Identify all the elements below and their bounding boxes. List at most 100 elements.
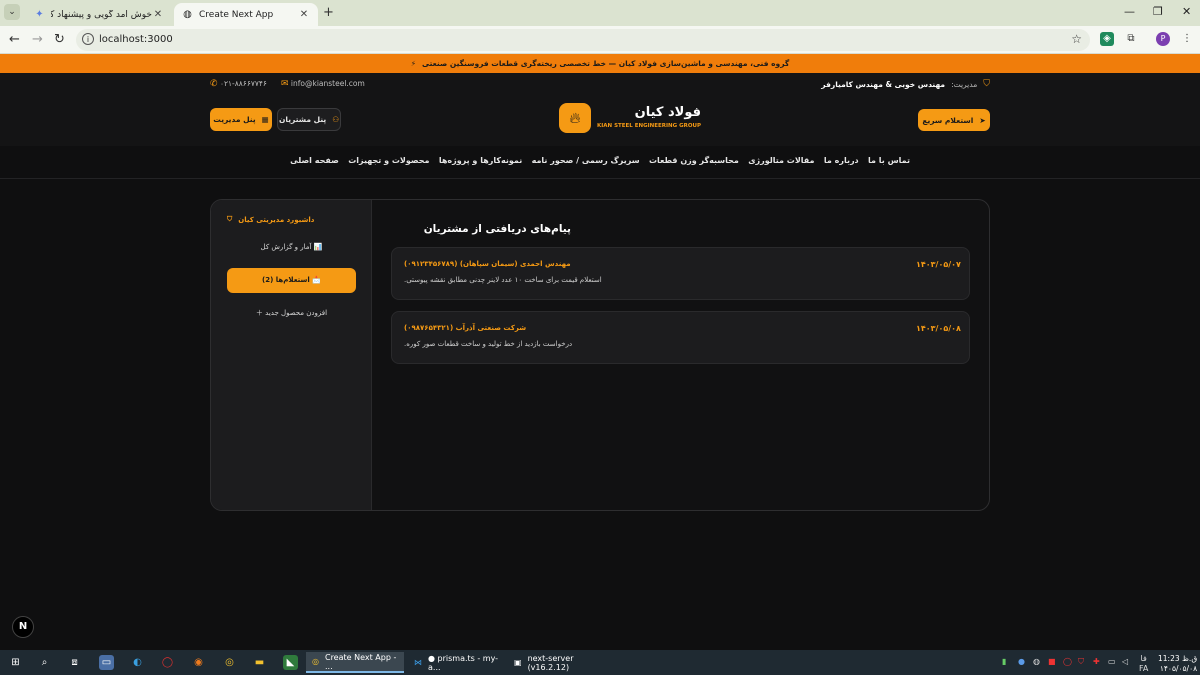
shield-icon: ⛉ [983,79,990,89]
management-label: مدیریت: [951,79,978,89]
volume-icon[interactable]: ◁ [1122,657,1128,666]
phone-number: ۰۲۱-۸۸۶۶۷۷۴۶ [219,79,267,88]
close-tab-icon[interactable]: ✕ [152,9,164,20]
firefox-icon[interactable]: ◉ [191,655,206,670]
phone-icon: ✆ [210,79,218,89]
inquiries-content: پیام‌های دریافتی از مشتریان ۱۴۰۳/۰۵/۰۷ م… [391,200,970,510]
taskbar-app-vscode[interactable]: ⋈ ● prisma.ts - my-a... [408,652,504,673]
forward-icon[interactable]: → [32,32,43,47]
nextjs-dev-indicator-icon[interactable]: N [12,616,34,638]
taskbar-app-label: next-server (v16.2.12) [527,653,574,672]
customer-panel-button[interactable]: پنل مشتریان ⚇ [277,108,341,131]
dashboard-title-text: داشبورد مدیریتی کیان [238,215,315,224]
taskbar-app-terminal[interactable]: ▣ next-server (v16.2.12) [508,652,604,673]
edge-icon[interactable]: ◐ [130,655,145,670]
customer-panel-label: پنل مشتریان [279,115,327,124]
tab-search-chevron-icon[interactable]: ⌄ [4,4,20,20]
extensions-puzzle-icon[interactable]: ⧉ [1124,32,1138,46]
windows-start-icon[interactable]: ⊞ [8,655,23,670]
admin-panel-label: پنل مدیریت [213,115,256,124]
tray-globe-icon[interactable]: ◍ [1033,657,1040,666]
window-close-icon[interactable]: ✕ [1182,5,1191,18]
back-icon[interactable]: ← [9,32,20,47]
message-sender: شرکت صنعتی آذرآب (۰۹۸۷۶۵۴۳۲۱) [404,324,527,332]
globe-icon: ◍ [183,9,192,20]
sidebar-item-stats[interactable]: آمار و گزارش کل 📊 [227,243,356,251]
chrome-icon[interactable]: ◎ [222,655,237,670]
network-icon[interactable]: ▭ [1108,657,1116,666]
email-contact[interactable]: ✉ info@kiansteel.com [281,79,365,89]
contact-info-row: ✆ ۰۲۱-۸۸۶۶۷۷۴۶ ✉ info@kiansteel.com ⛉ مد… [210,79,990,91]
system-clock[interactable]: 11:23 ق.ظ ۱۴۰۵/۰۵/۰۸ [1158,654,1197,674]
opera-icon[interactable]: ◯ [160,655,175,670]
vscode-icon: ⋈ [414,658,422,667]
clock-date: ۱۴۰۵/۰۵/۰۸ [1159,664,1198,673]
message-card[interactable]: ۱۴۰۳/۰۵/۰۷ مهندس احمدی (سیمان سپاهان) (۰… [391,247,970,300]
windows-taskbar: ⊞ ⌕ ⧈ ▭ ◐ ◯ ◉ ◎ ▬ ◣ ◎ Create Next App - … [0,650,1200,675]
browser-tab-create-next-app[interactable]: ◍ Create Next App ✕ [174,3,318,26]
new-tab-icon[interactable]: + [323,5,334,20]
close-tab-icon[interactable]: ✕ [298,9,310,20]
tab-title: خوش آمد گویی و پیشنهاد کمک - [51,9,152,20]
message-card[interactable]: ۱۴۰۳/۰۵/۰۸ شرکت صنعتی آذرآب (۰۹۸۷۶۵۴۳۲۱)… [391,311,970,364]
tray-shield-icon[interactable]: ■ [1048,657,1056,666]
search-icon[interactable]: ⌕ [37,655,52,670]
remote-desktop-icon[interactable]: ▭ [99,655,114,670]
tray-badge-icon[interactable]: ✚ [1093,657,1100,666]
file-explorer-icon[interactable]: ▬ [252,655,267,670]
nav-about[interactable]: درباره ما [824,156,859,165]
promo-text: گروه فنی، مهندسی و ماشین‌سازی فولاد کیان… [422,59,790,68]
network-chart-icon[interactable]: ▮ [1002,657,1006,666]
sidebar-item-inquiries[interactable]: استعلام‌ها (2) 📩 [227,268,356,293]
message-sender: مهندس احمدی (سیمان سپاهان) (۰۹۱۲۳۴۵۶۷۸۹) [404,260,571,268]
phone-contact[interactable]: ✆ ۰۲۱-۸۸۶۶۷۷۴۶ [210,79,267,89]
flame-icon: 🔥︎ [559,103,591,133]
chrome-icon: ◎ [312,657,319,666]
browser-toolbar: ← → ↻ i localhost:3000 ☆ ◈ ⧉ ⋮ [0,26,1200,54]
sidebar-item-add-product[interactable]: ＋ افزودن محصول جدید [227,308,356,318]
admin-panel-button[interactable]: پنل مدیریت ▦ [210,108,272,131]
site-header: ✆ ۰۲۱-۸۸۶۶۷۷۴۶ ✉ info@kiansteel.com ⛉ مد… [0,73,1200,146]
site-info-icon[interactable]: i [82,33,94,45]
nav-certificates[interactable]: سریرگ رسمی / صحور نامه [532,156,640,165]
browser-tab-welcome[interactable]: ✦ خوش آمد گویی و پیشنهاد کمک - ✕ [26,3,172,26]
site-logo[interactable]: 🔥︎ فولاد کیان KIAN STEEL ENGINEERING GRO… [559,103,701,135]
mail-icon: ✉ [280,79,289,89]
content-title: پیام‌های دریافتی از مشتریان [423,223,571,235]
restore-icon[interactable]: ❐ [1153,5,1163,18]
reload-icon[interactable]: ↻ [54,32,65,47]
nav-contact[interactable]: تماس با ما [868,156,910,165]
nav-weight-calculator[interactable]: محاسبه‌گر وزن قطعات [649,156,739,165]
language-code: FA [1139,664,1149,673]
taskbar-app-label: ● prisma.ts - my-a... [428,653,499,672]
terminal-icon: ▣ [514,658,522,667]
shield-check-icon: ⛉ [227,215,233,223]
grid-icon: ▦ [261,115,269,124]
menu-kebab-icon[interactable]: ⋮ [1180,32,1194,46]
language-indicator[interactable]: فا FA [1139,654,1148,674]
nav-articles[interactable]: مقالات متالورژی [748,156,814,165]
gemini-sparkle-icon: ✦ [35,9,44,20]
tray-opera-icon[interactable]: ◯ [1063,657,1072,666]
tray-security-icon[interactable]: ⛉ [1078,657,1084,667]
nav-home[interactable]: صفحه اصلی [290,156,339,165]
quick-inquiry-button[interactable]: استعلام سریع ➤ [918,109,990,131]
bookmark-star-icon[interactable]: ☆ [1071,32,1082,46]
nav-products[interactable]: محصولات و تجهیزات [348,156,429,165]
management-names: مهندس خوبی & مهندس کامیارفر [821,79,946,89]
extension-icon[interactable]: ◈ [1100,32,1114,46]
tray-app-icon[interactable]: ● [1018,657,1025,666]
url-text[interactable]: localhost:3000 [99,34,173,45]
logo-subtitle: KIAN STEEL ENGINEERING GROUP [596,123,701,129]
message-text: درخواست بازدید از خط تولید و ساخت قطعات … [404,340,573,348]
message-date: ۱۴۰۳/۰۵/۰۸ [916,324,961,333]
task-view-icon[interactable]: ⧈ [67,655,82,670]
nav-portfolio[interactable]: نمونه‌کارها و پروژه‌ها [439,156,522,165]
browser-tab-strip: ⌄ ✦ خوش آمد گویی و پیشنهاد کمک - ✕ ◍ Cre… [0,0,1200,26]
spreadsheet-app-icon[interactable]: ◣ [283,655,298,670]
taskbar-app-chrome[interactable]: ◎ Create Next App - ... [306,652,404,673]
address-bar[interactable]: i localhost:3000 ☆ [76,29,1090,51]
lightning-icon: ⚡ [410,59,417,68]
profile-avatar[interactable]: P [1156,32,1170,46]
minimize-icon[interactable]: — [1124,5,1135,18]
